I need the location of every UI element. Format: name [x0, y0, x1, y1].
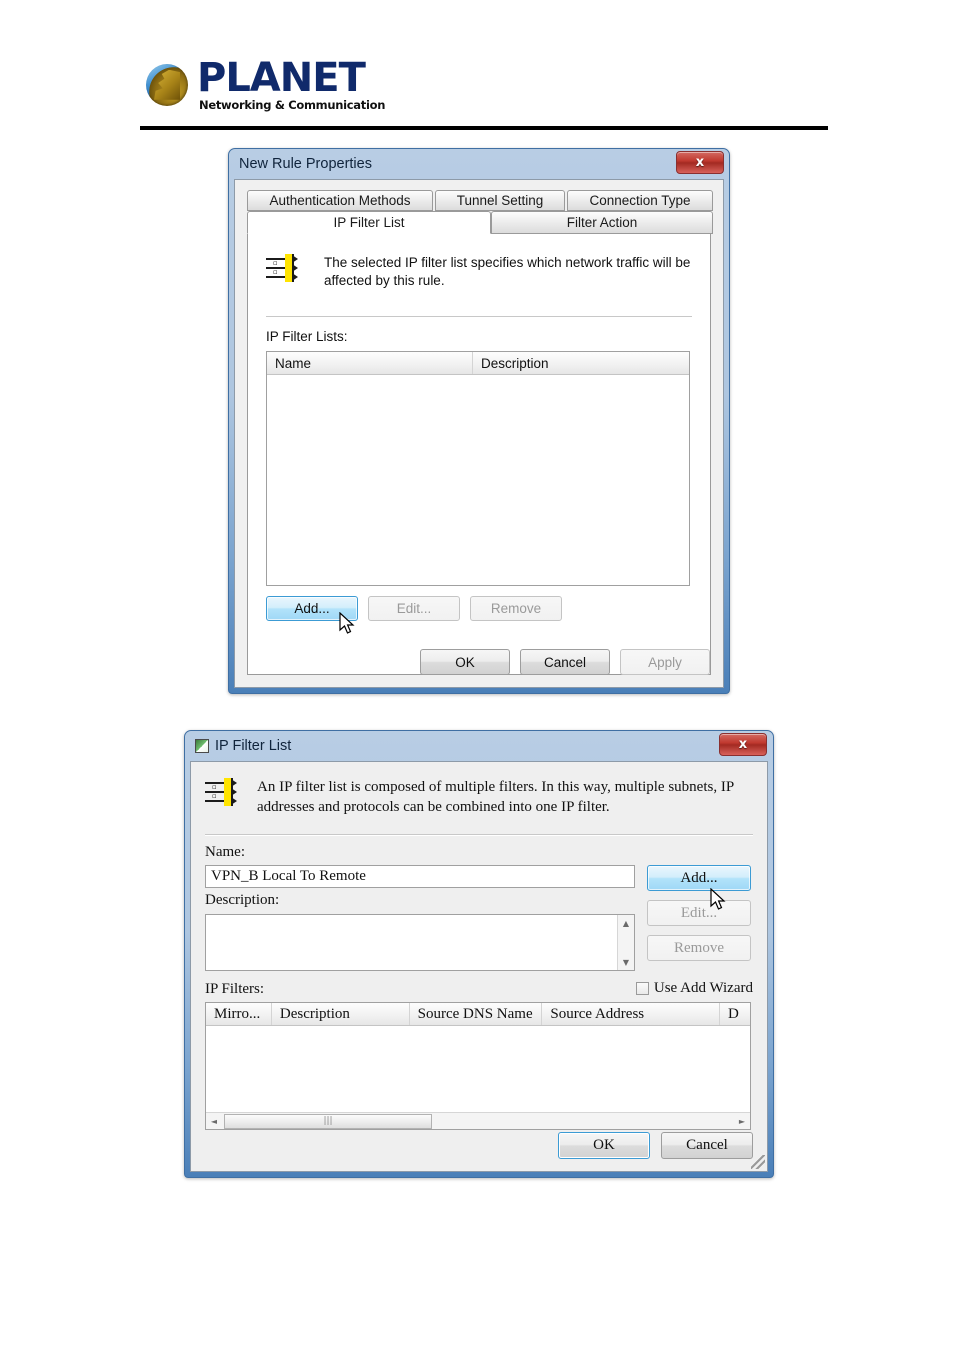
ip-filter-list-titlebar[interactable]: IP Filter List x: [185, 731, 773, 761]
use-add-wizard-checkbox[interactable]: Use Add Wizard: [635, 980, 753, 997]
header-divider: [140, 126, 828, 130]
ip-filter-list-icon: ▫ ▫: [205, 778, 237, 808]
tab-label: Tunnel Setting: [456, 193, 544, 208]
info-text: The selected IP filter list specifies wh…: [324, 255, 691, 289]
scroll-left-icon[interactable]: ◄: [206, 1113, 222, 1129]
window-icon: [195, 739, 209, 753]
section-divider: [205, 834, 753, 836]
tab-ip-filter-list[interactable]: IP Filter List: [247, 211, 491, 234]
dialog-footer-buttons: OK Cancel: [558, 1132, 753, 1159]
column-header-name[interactable]: Name: [267, 352, 473, 374]
name-input[interactable]: VPN_B Local To Remote: [205, 865, 635, 888]
column-header-mirrored[interactable]: Mirro...: [206, 1003, 272, 1025]
new-rule-body: Authentication Methods Tunnel Setting Co…: [234, 179, 724, 688]
ok-button[interactable]: OK: [558, 1132, 650, 1159]
tab-filter-action[interactable]: Filter Action: [491, 211, 713, 234]
planet-globe-logo-icon: [146, 63, 188, 106]
new-rule-title: New Rule Properties: [239, 156, 372, 172]
edit-button: Edit...: [647, 900, 751, 926]
cancel-button[interactable]: Cancel: [661, 1132, 753, 1159]
brand-logo: PLANET Networking & Communication: [146, 58, 385, 112]
brand-tagline: Networking & Communication: [199, 98, 386, 112]
tab-connection-type[interactable]: Connection Type: [567, 190, 713, 211]
scroll-down-icon[interactable]: ▼: [618, 954, 634, 970]
tab-label: IP Filter List: [333, 215, 405, 230]
name-label: Name:: [205, 844, 245, 860]
ip-filters-label: IP Filters:: [205, 981, 265, 997]
tab-strip: Authentication Methods Tunnel Setting Co…: [247, 190, 713, 234]
brand-name: PLANET: [197, 55, 366, 101]
ip-filter-list-tab-page: ▫ ▫ The selected IP filter list specifie…: [247, 233, 711, 675]
description-input[interactable]: ▲ ▼: [205, 914, 635, 971]
resize-grip[interactable]: [751, 1155, 765, 1169]
checkbox-icon[interactable]: [635, 982, 649, 995]
dialog-footer-buttons: OK Cancel Apply: [420, 649, 710, 675]
tab-label: Authentication Methods: [269, 193, 411, 208]
info-row: ▫ ▫ An IP filter list is composed of mul…: [205, 778, 753, 817]
close-icon[interactable]: x: [719, 733, 767, 756]
scroll-right-icon[interactable]: ►: [734, 1113, 750, 1129]
info-row: ▫ ▫ The selected IP filter list specifie…: [266, 254, 692, 290]
filters-horizontal-scrollbar[interactable]: ◄ ||| ►: [206, 1112, 750, 1129]
add-button[interactable]: Add...: [266, 596, 358, 621]
ip-filter-list-body: ▫ ▫ An IP filter list is composed of mul…: [190, 761, 768, 1172]
ip-filter-list-dialog: IP Filter List x ▫ ▫ An IP filter list i…: [184, 730, 774, 1178]
column-header-source-dns-name[interactable]: Source DNS Name: [410, 1003, 543, 1025]
list-action-buttons: Add... Edit... Remove: [266, 596, 562, 621]
new-rule-titlebar[interactable]: New Rule Properties x: [229, 149, 729, 179]
filter-action-buttons: Add... Edit... Remove: [647, 865, 751, 961]
column-header-source-address[interactable]: Source Address: [542, 1003, 721, 1025]
edit-button: Edit...: [368, 596, 460, 621]
apply-button: Apply: [620, 649, 710, 675]
section-divider: [266, 316, 692, 318]
brand-logo-text: PLANET Networking & Communication: [197, 58, 385, 112]
ok-button[interactable]: OK: [420, 649, 510, 675]
description-scrollbar[interactable]: ▲ ▼: [617, 915, 634, 970]
tab-label: Filter Action: [566, 215, 638, 230]
tab-authentication-methods[interactable]: Authentication Methods: [247, 190, 433, 211]
remove-button: Remove: [470, 596, 562, 621]
ip-filter-list-title: IP Filter List: [215, 738, 292, 754]
tab-tunnel-setting[interactable]: Tunnel Setting: [435, 190, 565, 211]
scrollbar-thumb[interactable]: |||: [224, 1113, 432, 1129]
remove-button: Remove: [647, 935, 751, 961]
table-header-row: Mirro... Description Source DNS Name Sou…: [206, 1003, 750, 1026]
cancel-button[interactable]: Cancel: [520, 649, 610, 675]
new-rule-properties-dialog: New Rule Properties x Authentication Met…: [228, 148, 730, 694]
description-label: Description:: [205, 892, 280, 908]
table-header-row: Name Description: [267, 352, 689, 375]
ip-filter-lists-table[interactable]: Name Description: [266, 351, 690, 586]
column-header-destination[interactable]: D: [720, 1003, 750, 1025]
ip-filter-list-icon: ▫ ▫: [266, 254, 298, 284]
column-header-description[interactable]: Description: [473, 352, 689, 374]
add-button[interactable]: Add...: [647, 865, 751, 891]
scroll-up-icon[interactable]: ▲: [618, 915, 634, 931]
close-icon[interactable]: x: [676, 151, 724, 174]
info-text: An IP filter list is composed of multipl…: [257, 779, 734, 815]
use-add-wizard-label: Use Add Wizard: [653, 980, 753, 996]
ip-filters-table[interactable]: Mirro... Description Source DNS Name Sou…: [205, 1002, 751, 1130]
page-header: PLANET Networking & Communication: [0, 0, 954, 140]
tab-label: Connection Type: [589, 193, 691, 208]
column-header-description[interactable]: Description: [272, 1003, 410, 1025]
ip-filter-lists-label: IP Filter Lists:: [266, 329, 348, 344]
